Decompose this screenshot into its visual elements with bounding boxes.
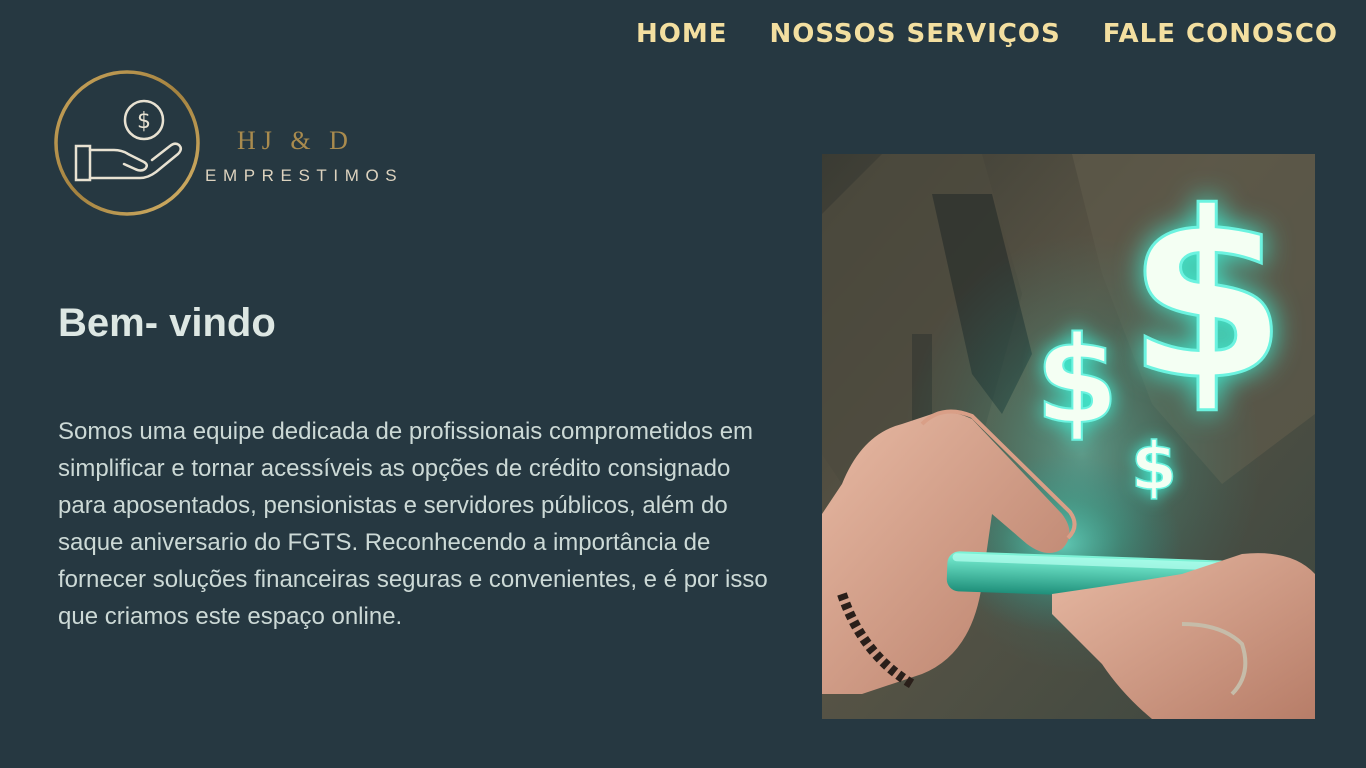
welcome-heading: Bem- vindo xyxy=(58,301,276,345)
hero-image: $ $ $ xyxy=(822,154,1315,719)
phone-money-illustration: $ $ $ xyxy=(822,154,1315,719)
svg-text:$: $ xyxy=(137,109,151,134)
nav-contact-link[interactable]: FALE CONOSCO xyxy=(1103,16,1338,52)
dollar-large-icon: $ xyxy=(1127,164,1287,431)
top-nav: HOME NOSSOS SERVIÇOS FALE CONOSCO xyxy=(636,16,1338,52)
company-logo[interactable]: $ HJ & D EMPRESTIMOS xyxy=(52,70,452,220)
nav-home-link[interactable]: HOME xyxy=(636,16,728,52)
dollar-small-icon: $ xyxy=(1131,428,1177,505)
intro-paragraph: Somos uma equipe dedicada de profissiona… xyxy=(58,418,768,630)
nav-services-link[interactable]: NOSSOS SERVIÇOS xyxy=(770,16,1061,52)
logo-subtitle: EMPRESTIMOS xyxy=(205,166,404,185)
logo-title: HJ & D xyxy=(237,126,354,155)
hand-coin-icon: $ xyxy=(54,70,200,216)
dollar-medium-icon: $ xyxy=(1035,312,1119,451)
